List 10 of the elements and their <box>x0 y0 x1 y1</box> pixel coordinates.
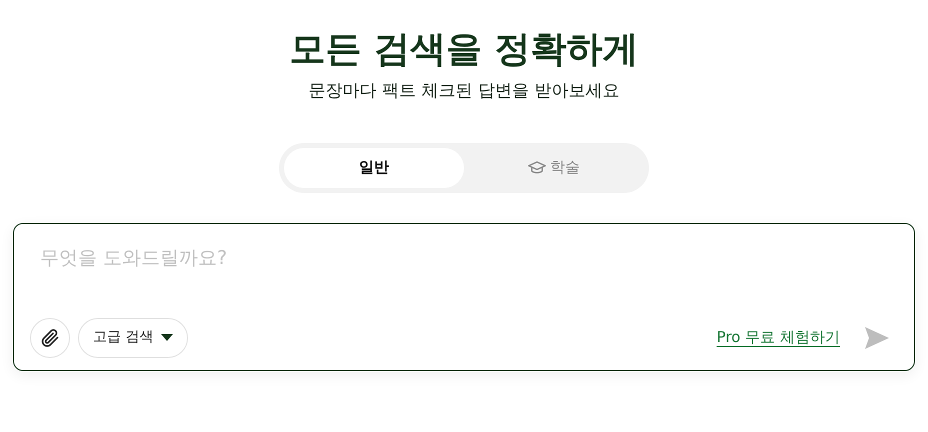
pro-trial-link[interactable]: Pro 무료 체험하기 <box>716 326 840 349</box>
page-subheading: 문장마다 팩트 체크된 답변을 받아보세요 <box>308 81 620 102</box>
paperclip-icon <box>40 328 60 348</box>
caret-icon <box>161 334 174 342</box>
mode-tab[interactable]: 일반 <box>284 148 464 188</box>
attach-button[interactable] <box>30 318 70 358</box>
advanced-search-button[interactable]: 고급 검색 <box>78 318 188 358</box>
send-icon <box>864 326 890 350</box>
page-heading: 모든 검색을 정확하게 <box>288 28 640 72</box>
graduation-cap-icon <box>528 160 546 176</box>
